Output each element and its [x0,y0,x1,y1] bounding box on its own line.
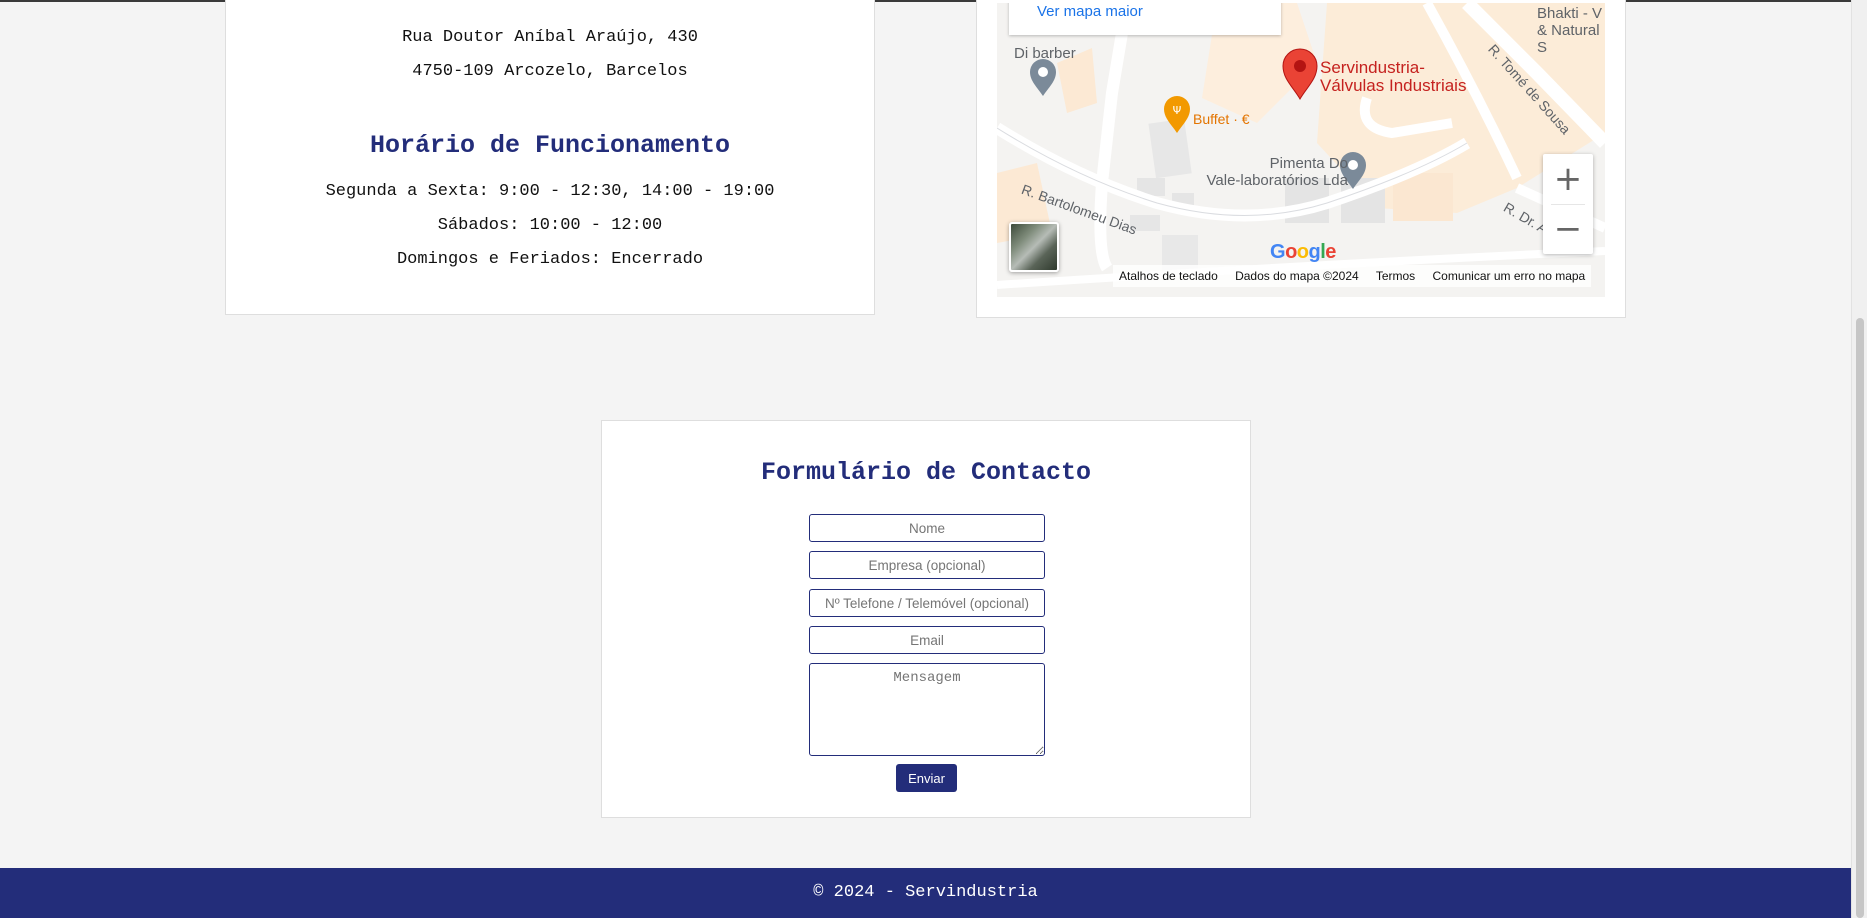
company-input[interactable] [809,551,1045,579]
satellite-layer-toggle[interactable] [1009,222,1059,272]
phone-input[interactable] [809,589,1045,617]
map-label-bhakti-line2: & Natural S [1537,22,1600,56]
map-data-text: Dados do mapa ©2024 [1235,269,1359,283]
address-line-1: Rua Doutor Aníbal Araújo, 430 [402,28,698,47]
map-label-servindustria-line1: Servindustria- [1320,58,1425,77]
keyboard-shortcuts-link[interactable]: Atalhos de teclado [1119,269,1218,283]
hours-saturday: Sábados: 10:00 - 12:00 [437,216,663,235]
zoom-out-button[interactable]: − [1543,204,1593,254]
report-error-link[interactable]: Comunicar um erro no mapa [1433,269,1586,283]
map-label-di-barber[interactable]: Di barber [1014,45,1076,62]
larger-map-link[interactable]: Ver mapa maior [1037,3,1143,20]
map-label-buffet[interactable]: Buffet · € [1193,111,1250,128]
map-info-box: Ver mapa maior [1009,3,1281,35]
terms-link[interactable]: Termos [1376,269,1415,283]
zoom-in-button[interactable]: + [1543,154,1593,204]
map-label-servindustria-line2: Válvulas Industriais [1320,76,1467,95]
map-label-servindustria[interactable]: Servindustria- Válvulas Industriais [1320,59,1466,95]
map-attribution: Atalhos de teclado Dados do mapa ©2024 T… [1113,265,1592,287]
address-line-2: 4750-109 Arcozelo, Barcelos [412,62,688,81]
map-label-bhakti[interactable]: Bhakti - V & Natural S [1537,5,1605,56]
form-title: Formulário de Contacto [760,458,1092,487]
svg-text:Ψ: Ψ [1173,104,1182,117]
page-scrollbar[interactable] [1851,0,1867,918]
contact-form-card: Formulário de Contacto Enviar [601,420,1251,818]
footer-copyright: © 2024 - Servindustria [813,883,1038,902]
name-input[interactable] [809,514,1045,542]
google-map[interactable]: Ψ Di barber Servindustria- Válvulas Indu… [997,3,1605,297]
send-button[interactable]: Enviar [896,764,957,792]
contact-info-card: Rua Doutor Aníbal Araújo, 430 4750-109 A… [225,0,875,315]
map-label-bhakti-line1: Bhakti - V [1537,5,1603,22]
zoom-controls: + − [1543,154,1593,254]
map-label-pimenta-line2: Vale-laboratórios Lda [1206,172,1348,189]
scrollbar-thumb[interactable] [1856,318,1864,918]
message-textarea[interactable] [809,663,1045,756]
hours-sunday-holidays: Domingos e Feriados: Encerrado [396,250,704,269]
map-card: Ψ Di barber Servindustria- Válvulas Indu… [976,0,1626,318]
hours-weekdays: Segunda a Sexta: 9:00 - 12:30, 14:00 - 1… [325,182,775,201]
email-input[interactable] [809,626,1045,654]
hours-title: Horário de Funcionamento [369,131,731,160]
google-logo: Google [1270,241,1336,263]
footer: © 2024 - Servindustria [0,868,1851,918]
map-label-pimenta[interactable]: Pimenta Do Vale-laboratórios Lda [1173,155,1348,189]
map-label-pimenta-line1: Pimenta Do [1269,155,1348,172]
